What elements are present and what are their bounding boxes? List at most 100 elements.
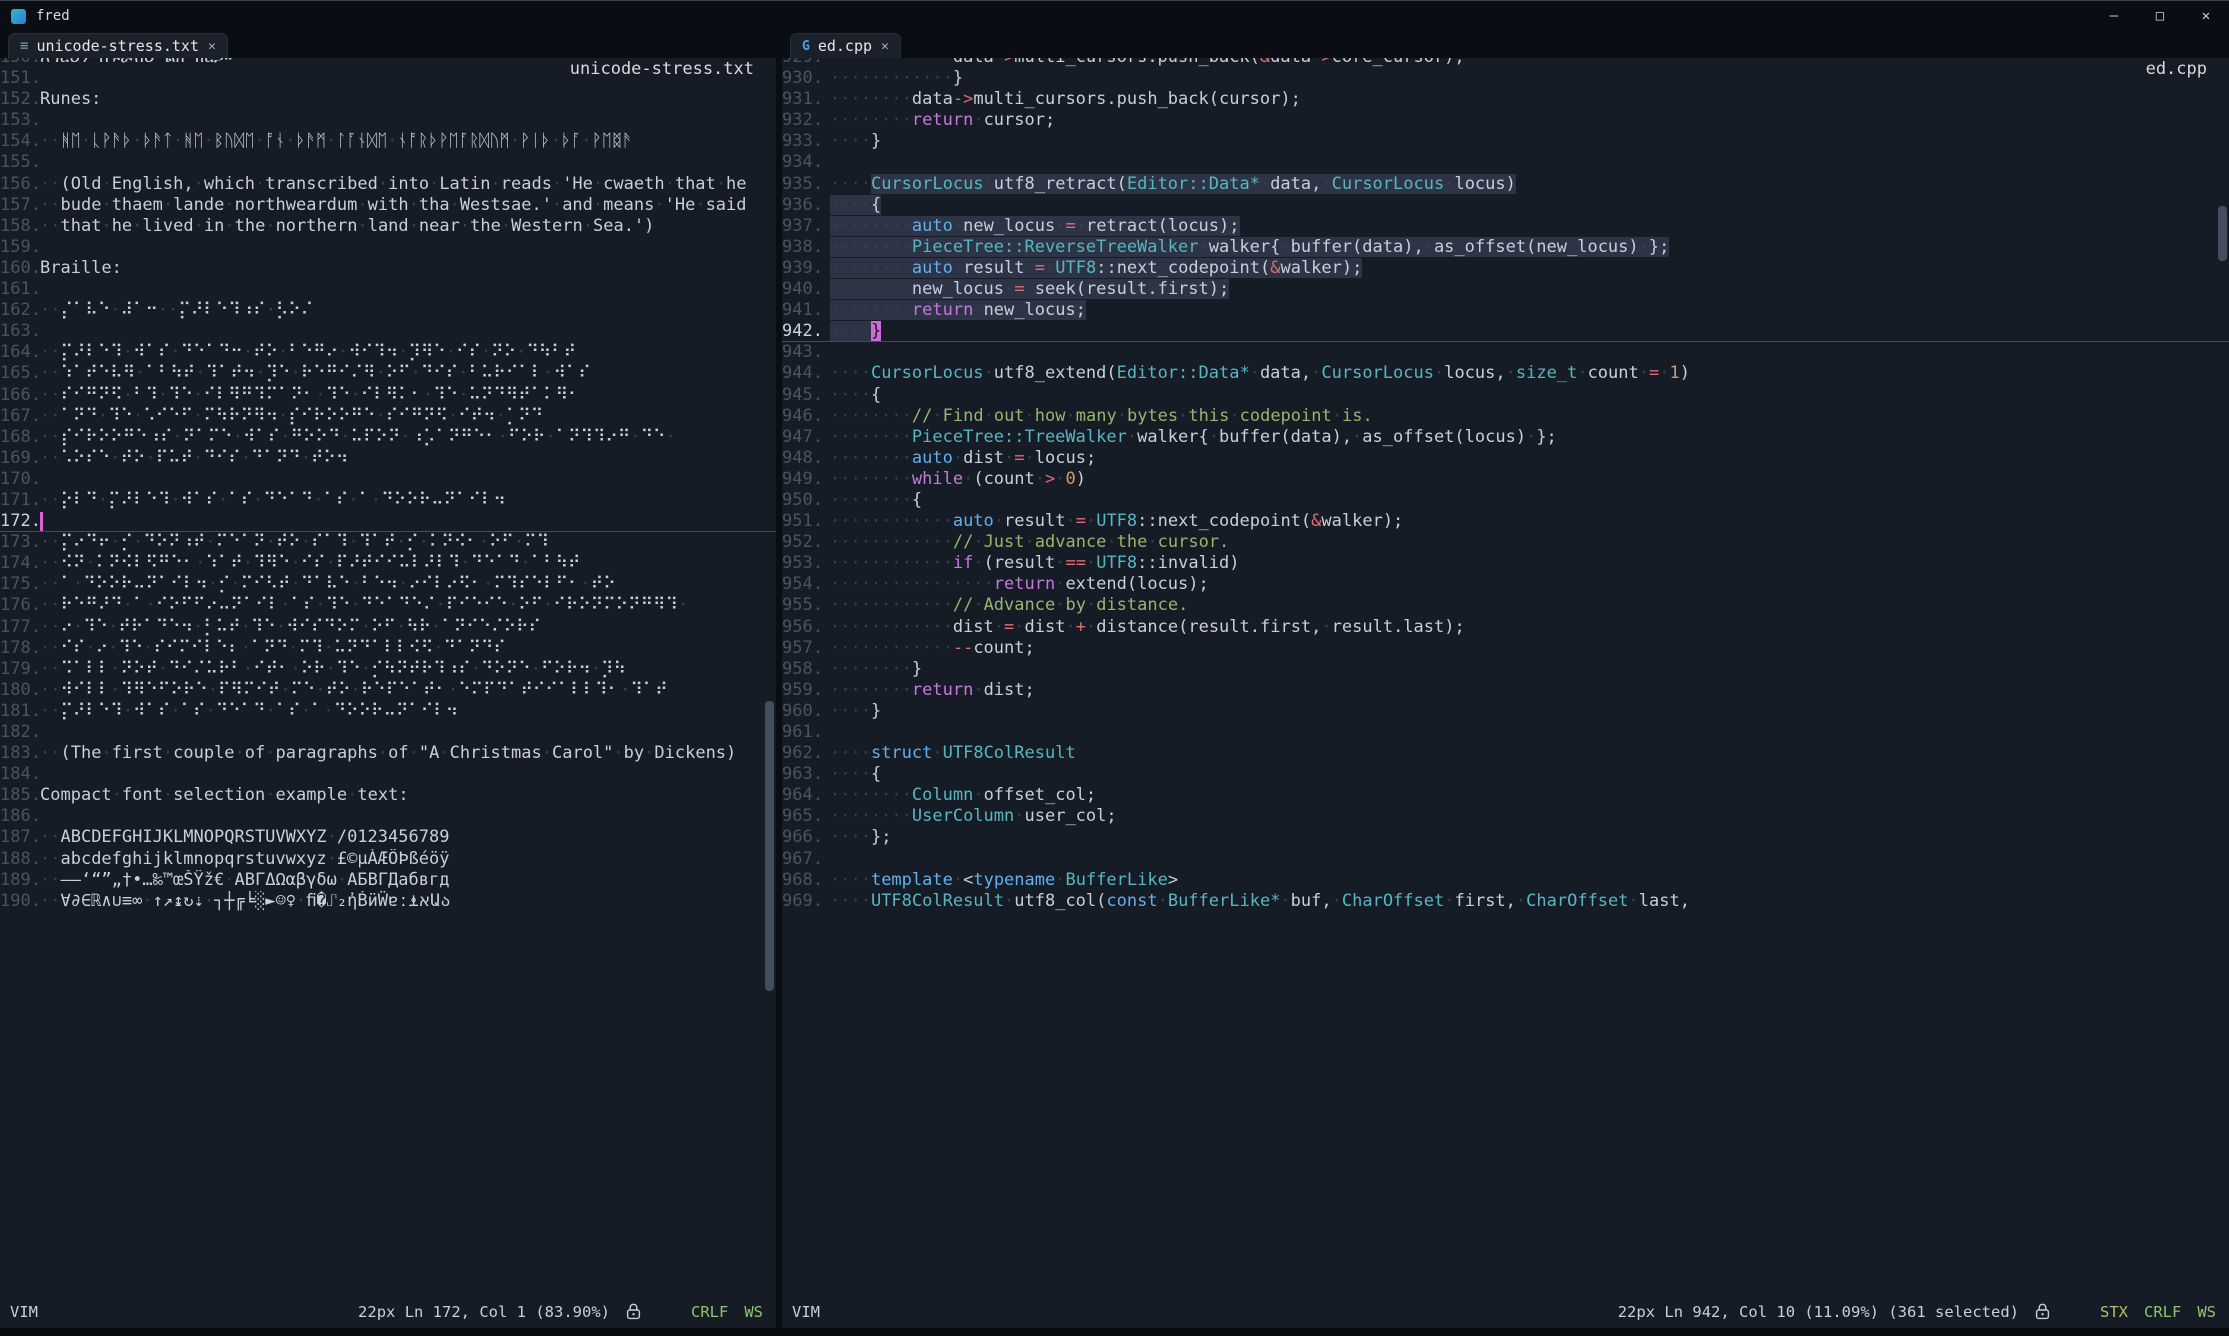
code-line[interactable]: 156.··(Old·English,·which·transcribed·in… (0, 174, 776, 195)
code-line[interactable]: 944.····CursorLocus·utf8_extend(Editor::… (782, 363, 2229, 384)
code-line[interactable]: 183.··(The·first·couple·of·paragraphs·of… (0, 743, 776, 764)
code-line[interactable]: 167.··⠁⠝⠙·⠹⠑·⠡⠊⠑⠋·⠍⠳⠗⠝⠻⠲·⡎⠊⠗⠕⠕⠛⠑·⠎⠊⠛⠝⠫·⠊… (0, 406, 776, 427)
vim-mode-indicator: VIM (792, 1303, 820, 1321)
tab-ed-cpp[interactable]: G ed.cpp ✕ (790, 33, 901, 58)
code-line[interactable]: 190.··∀∂∈ℝ∧∪≡∞·↑↗↨↻⇣·┐┼╔╘░►☺♀·ﬁ�⑀₂ἠḂӥẄɐː… (0, 891, 776, 912)
code-line[interactable]: 946.········//·Find·out·how·many·bytes·t… (782, 406, 2229, 427)
code-line[interactable]: 178.··⠊⠎·⠔·⠹⠑·⠎⠊⠍⠊⠇⠑⠆·⠁⠝⠙·⠍⠹·⠥⠝⠙⠁⠇⠇⠪⠫·⠙⠁… (0, 638, 776, 659)
code-line[interactable]: 160.Braille: (0, 258, 776, 279)
code-line[interactable]: 157.··bude·thaem·lande·northweardum·with… (0, 195, 776, 216)
code-line[interactable]: 948.········auto·dist·=·locus; (782, 448, 2229, 469)
code-line[interactable]: 932.········return·cursor; (782, 110, 2229, 131)
code-line[interactable]: 968.····template·<typename·BufferLike> (782, 870, 2229, 891)
code-line[interactable]: 171.··⡕⠇⠙·⡍⠜⠇⠑⠹·⠺⠁⠎·⠁⠎·⠙⠑⠁⠙·⠁⠎·⠁·⠙⠕⠕⠗⠤⠝⠁… (0, 490, 776, 511)
pane-left: ≡ unicode-stress.txt ✕ unicode-stress.tx… (0, 31, 776, 1328)
line-number: 187. (0, 827, 40, 848)
code-line[interactable]: 170. (0, 469, 776, 490)
code-line[interactable]: 950.········{ (782, 490, 2229, 511)
code-line[interactable]: 966.····}; (782, 827, 2229, 848)
line-number: 955. (782, 595, 830, 616)
editor-right[interactable]: ed.cpp 929.············data->multi_curso… (782, 58, 2229, 1295)
lock-icon[interactable] (626, 1303, 641, 1320)
code-line[interactable]: 159. (0, 237, 776, 258)
close-button[interactable]: ✕ (2183, 1, 2229, 31)
code-line[interactable]: 934. (782, 152, 2229, 173)
code-line[interactable]: 176.··⠗⠑⠛⠜⠙·⠁·⠊⠕⠋⠋⠔⠤⠝⠁⠊⠇·⠁⠎·⠹⠑·⠙⠑⠁⠙⠑⠌·⠏⠊… (0, 595, 776, 616)
code-line[interactable]: 956.············dist·=·dist·+·distance(r… (782, 617, 2229, 638)
code-line[interactable]: 188.··abcdefghijklmnopqrstuvwxyz·£©µÀÆÖÞ… (0, 849, 776, 870)
code-line[interactable]: 937.········auto·new_locus·=·retract(loc… (782, 216, 2229, 237)
line-number: 156. (0, 174, 40, 195)
code-line[interactable]: 955.············//·Advance·by·distance. (782, 595, 2229, 616)
code-line[interactable]: 185.Compact·font·selection·example·text: (0, 785, 776, 806)
code-line[interactable]: 954.················return·extend(locus)… (782, 574, 2229, 595)
code-line[interactable]: 959.········return·dist; (782, 680, 2229, 701)
editor-left[interactable]: unicode-stress.txt 150.እግርህን·በፍራሽህ·ልክ·ዘር… (0, 58, 776, 1295)
code-line[interactable]: 963.····{ (782, 764, 2229, 785)
code-line[interactable]: 174.··⠪⠝·⠅⠝⠪⠇⠫⠛⠑⠂·⠱⠁⠞·⠹⠻⠑·⠊⠎·⠏⠜⠞⠊⠊⠥⠇⠜⠇⠹·… (0, 553, 776, 574)
code-line[interactable]: 953.············if·(result·==·UTF8::inva… (782, 553, 2229, 574)
code-line[interactable]: 943. (782, 342, 2229, 363)
code-line[interactable]: 165.··⠱⠁⠞⠑⠧⠻·⠁⠃⠳⠞·⠹⠁⠞⠲·⡹⠑·⠗⠑⠛⠊⠌⠻·⠕⠋·⠙⠊⠎·… (0, 363, 776, 384)
code-line[interactable]: 180.··⠺⠊⠇⠇·⠹⠻⠑⠋⠕⠗⠑·⠏⠻⠍⠊⠞·⠍⠑·⠞⠕·⠗⠑⠏⠑⠁⠞⠂·⠑… (0, 680, 776, 701)
code-line[interactable]: 163. (0, 321, 776, 342)
code-line[interactable]: 935.····CursorLocus·utf8_retract(Editor:… (782, 174, 2229, 195)
scrollbar-thumb[interactable] (765, 701, 774, 991)
maximize-button[interactable]: □ (2137, 1, 2183, 31)
code-line[interactable]: 186. (0, 806, 776, 827)
tab-close-icon[interactable]: ✕ (881, 39, 889, 54)
code-line[interactable]: 945.····{ (782, 385, 2229, 406)
code-line[interactable]: 172. (0, 511, 776, 532)
lock-icon[interactable] (2035, 1303, 2050, 1320)
code-line[interactable]: 158.··that·he·lived·in·the·northern·land… (0, 216, 776, 237)
code-line[interactable]: 155. (0, 152, 776, 173)
tab-unicode-stress[interactable]: ≡ unicode-stress.txt ✕ (8, 33, 228, 58)
code-line[interactable]: 161. (0, 279, 776, 300)
code-line[interactable]: 967. (782, 849, 2229, 870)
code-line[interactable]: 154.··ᚻᛖ·ᚳᚹᚫᚦ·ᚦᚫᛏ·ᚻᛖ·ᛒᚢᛞᛖ·ᚩᚾ·ᚦᚫᛗ·ᛚᚪᚾᛞᛖ·ᚾ… (0, 131, 776, 152)
code-line[interactable]: 961. (782, 722, 2229, 743)
code-line[interactable]: 939.········auto·result·=·UTF8::next_cod… (782, 258, 2229, 279)
code-line[interactable]: 951.············auto·result·=·UTF8::next… (782, 511, 2229, 532)
code-line[interactable]: 173.··⡍⠔⠙⠖·⡊·⠙⠕⠝⠰⠞·⠍⠑⠁⠝·⠞⠕·⠎⠁⠹·⠹⠁⠞·⡊·⠅⠝⠪… (0, 532, 776, 553)
line-number: 167. (0, 406, 40, 427)
code-line[interactable]: 929.············data->multi_cursors.push… (782, 58, 2229, 68)
code-line[interactable]: 933.····} (782, 131, 2229, 152)
code-line[interactable]: 175.··⠁·⠙⠕⠕⠗⠤⠝⠁⠊⠇⠲·⡊·⠍⠊⠣⠞·⠙⠁⠧⠑·⠃⠑⠲·⠔⠊⠇⠔⠫… (0, 574, 776, 595)
scrollbar-thumb[interactable] (2218, 206, 2227, 261)
code-line[interactable]: 947.········PieceTree::TreeWalker·walker… (782, 427, 2229, 448)
code-line[interactable]: 184. (0, 764, 776, 785)
code-line[interactable]: 187.··ABCDEFGHIJKLMNOPQRSTUVWXYZ·/012345… (0, 827, 776, 848)
code-line[interactable]: 941.········return·new_locus; (782, 300, 2229, 321)
line-number: 943. (782, 342, 830, 363)
code-line[interactable]: 152.Runes: (0, 89, 776, 110)
code-line[interactable]: 958.········} (782, 659, 2229, 680)
code-line[interactable]: 181.··⡍⠜⠇⠑⠹·⠺⠁⠎·⠁⠎·⠙⠑⠁⠙·⠁⠎·⠁·⠙⠕⠕⠗⠤⠝⠁⠊⠇⠲ (0, 701, 776, 722)
code-line[interactable]: 960.····} (782, 701, 2229, 722)
minimize-button[interactable]: – (2091, 1, 2137, 31)
code-line[interactable]: 177.··⠔·⠹⠑·⠞⠗⠁⠙⠑⠲·⡃⠥⠞·⠹⠑·⠺⠊⠎⠙⠕⠍·⠕⠋·⠳⠗·⠁⠝… (0, 617, 776, 638)
code-line[interactable]: 189.··–—‘“”„†•…‰™œŠŸž€·ΑΒΓΔΩαβγδω·АБВГДа… (0, 870, 776, 891)
code-line[interactable]: 162.··⡌⠁⠧⠑·⠼⠁⠒··⡍⠜⠇⠑⠹⠰⠎·⡣⠕⠌ (0, 300, 776, 321)
code-line[interactable]: 153. (0, 110, 776, 131)
code-line[interactable]: 962.····struct·UTF8ColResult (782, 743, 2229, 764)
code-line[interactable]: 179.··⠩⠁⠇⠇·⠝⠕⠞·⠙⠊⠌⠥⠗⠃·⠊⠞⠂·⠕⠗·⠹⠑·⡊⠳⠝⠞⠗⠹⠰⠎… (0, 659, 776, 680)
code-line[interactable]: 938.········PieceTree::ReverseTreeWalker… (782, 237, 2229, 258)
code-line[interactable]: 969.····UTF8ColResult·utf8_col(const·Buf… (782, 891, 2229, 912)
code-line[interactable]: 949.········while·(count·>·0) (782, 469, 2229, 490)
code-line[interactable]: 931.········data->multi_cursors.push_bac… (782, 89, 2229, 110)
code-line[interactable]: 940.········new_locus·=·seek(result.firs… (782, 279, 2229, 300)
code-line[interactable]: 957.············--count; (782, 638, 2229, 659)
code-line[interactable]: 930.············} (782, 68, 2229, 89)
code-line[interactable]: 169.··⠡⠕⠎⠑·⠞⠕·⠏⠥⠞·⠙⠊⠎·⠙⠁⠝⠙·⠞⠕⠲ (0, 448, 776, 469)
code-line[interactable]: 166.··⠎⠊⠛⠝⠫·⠃⠹·⠹⠑·⠊⠇⠻⠛⠹⠍⠁⠝⠂·⠹⠑·⠊⠇⠻⠅⠂·⠹⠑·… (0, 385, 776, 406)
code-line[interactable]: 942.····} (782, 321, 2229, 342)
code-line[interactable]: 168.··⡎⠊⠗⠕⠕⠛⠑⠰⠎·⠝⠁⠍⠑·⠺⠁⠎·⠛⠕⠕⠙·⠥⠏⠕⠝·⠰⡡⠁⠝⠛… (0, 427, 776, 448)
code-line[interactable]: 964.········Column·offset_col; (782, 785, 2229, 806)
code-line[interactable]: 952.············//·Just·advance·the·curs… (782, 532, 2229, 553)
code-line[interactable]: 182. (0, 722, 776, 743)
code-line[interactable]: 965.········UserColumn·user_col; (782, 806, 2229, 827)
code-line[interactable]: 936.····{ (782, 195, 2229, 216)
tab-close-icon[interactable]: ✕ (208, 39, 216, 54)
code-line[interactable]: 164.··⡍⠜⠇⠑⠹·⠺⠁⠎·⠙⠑⠁⠙⠒·⠞⠕·⠃⠑⠛⠔·⠺⠊⠹⠲·⡹⠻⠑·⠊… (0, 342, 776, 363)
